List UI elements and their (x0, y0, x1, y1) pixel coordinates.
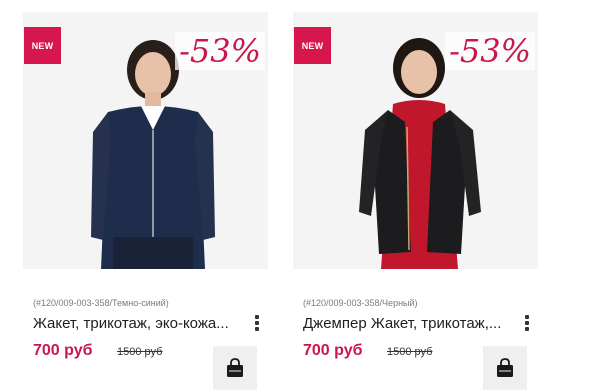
shopping-bag-icon (227, 358, 243, 377)
product-image[interactable]: NEW -53% (293, 12, 538, 269)
product-sku: (#120/009-003-358/Темно-синий) (33, 298, 169, 308)
product-image[interactable]: NEW -53% (23, 12, 268, 269)
product-price: 700 руб (303, 342, 363, 359)
product-title[interactable]: Жакет, трикотаж, эко-кожа... (33, 313, 251, 335)
product-old-price: 1500 руб (117, 346, 163, 358)
product-sku: (#120/009-003-358/Черный) (303, 298, 418, 308)
vertical-dots-icon[interactable] (523, 313, 531, 333)
add-to-cart-button[interactable] (483, 346, 527, 390)
new-badge: NEW (24, 27, 61, 64)
product-title[interactable]: Джемпер Жакет, трикотаж,... (303, 313, 521, 335)
add-to-cart-button[interactable] (213, 346, 257, 390)
product-old-price: 1500 руб (387, 346, 433, 358)
new-badge: NEW (294, 27, 331, 64)
product-price: 700 руб (33, 342, 93, 359)
product-card[interactable]: NEW -53% (#120/009-003-358/Черный) Джемп… (293, 0, 548, 392)
discount-label: -53% (445, 32, 535, 70)
discount-label: -53% (175, 32, 265, 70)
shopping-bag-icon (497, 358, 513, 377)
product-card[interactable]: NEW -53% (#120/009-003-358/Темно-синий) … (23, 0, 278, 392)
vertical-dots-icon[interactable] (253, 313, 261, 333)
